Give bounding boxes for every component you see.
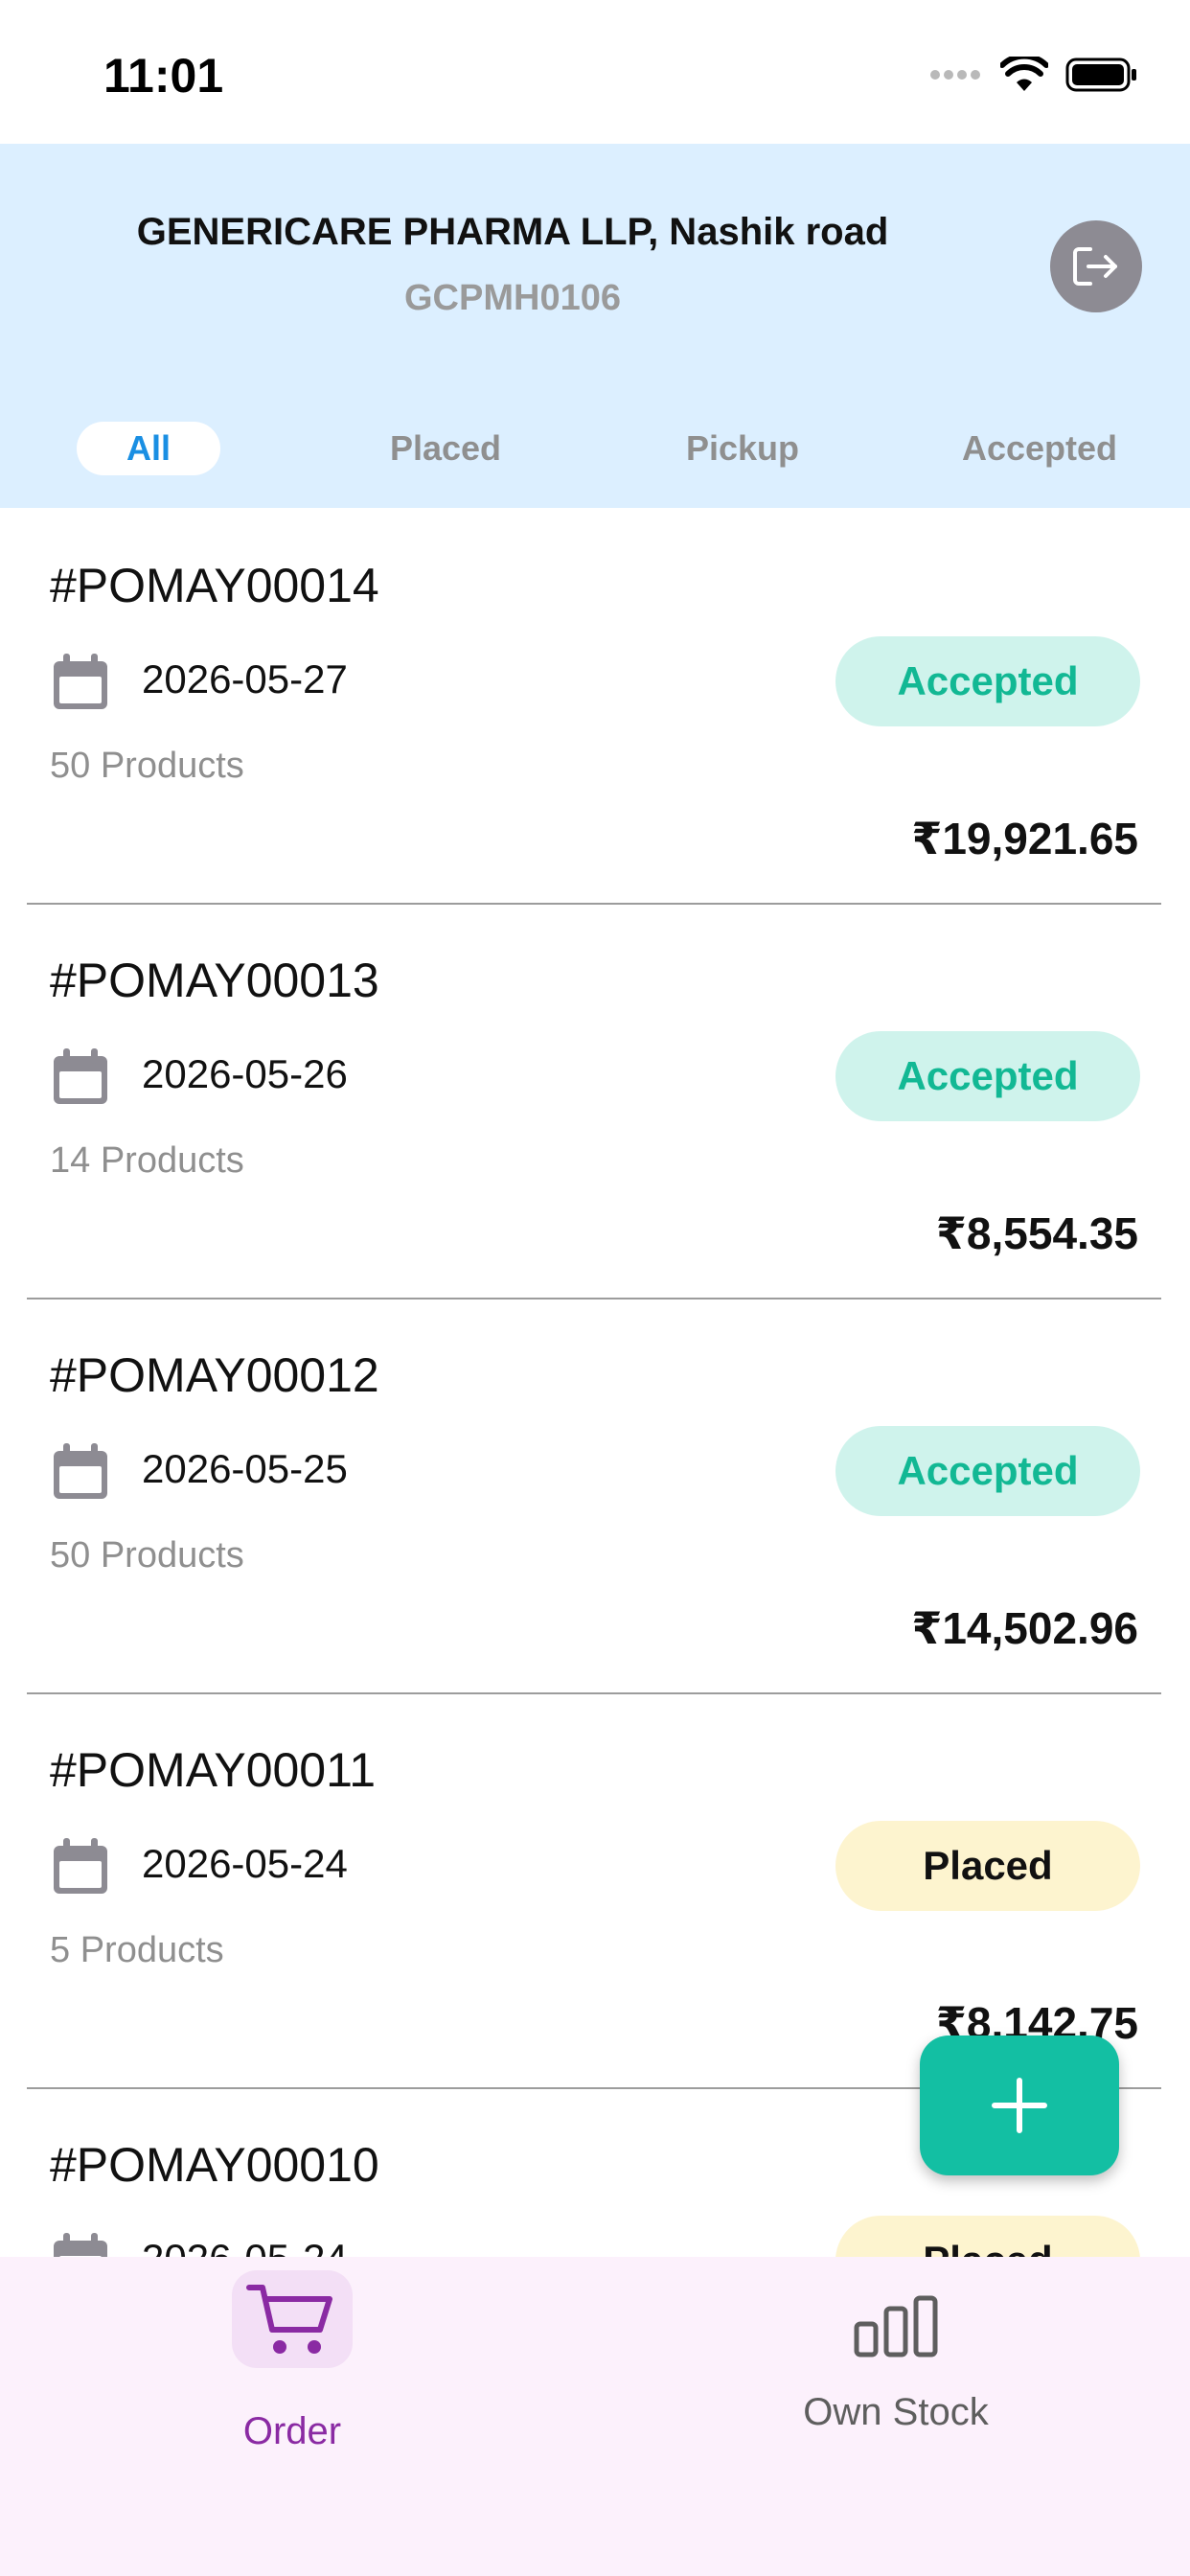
status-icons bbox=[929, 56, 1138, 94]
status-bar: 11:01 bbox=[0, 0, 1190, 144]
wifi-icon bbox=[1000, 57, 1048, 91]
order-date: 2026-05-25 bbox=[142, 1446, 348, 1491]
order-filter-tabs: All Placed Pickup Accepted bbox=[0, 422, 1190, 479]
cart-icon bbox=[246, 2285, 332, 2354]
add-order-button[interactable] bbox=[920, 2036, 1119, 2175]
status-badge: Accepted bbox=[835, 1031, 1140, 1121]
order-amount: ₹19,921.65 bbox=[911, 814, 1138, 863]
order-date: 2026-05-26 bbox=[142, 1051, 348, 1096]
logout-icon bbox=[1073, 247, 1117, 286]
store-code: GCPMH0106 bbox=[404, 278, 621, 318]
bar-chart-icon bbox=[854, 2295, 938, 2358]
tab-accepted[interactable]: Accepted bbox=[944, 422, 1135, 475]
order-date: 2026-05-24 bbox=[142, 1841, 348, 1886]
calendar-icon bbox=[54, 2233, 107, 2257]
order-id: #POMAY00010 bbox=[50, 2138, 379, 2192]
calendar-icon bbox=[54, 1838, 107, 1894]
tab-placed[interactable]: Placed bbox=[369, 422, 522, 475]
tab-all[interactable]: All bbox=[77, 422, 220, 475]
signal-icon bbox=[930, 70, 980, 80]
order-id: #POMAY00012 bbox=[50, 1348, 379, 1402]
nav-order-label: Order bbox=[242, 2410, 342, 2452]
logout-button[interactable] bbox=[1050, 220, 1142, 312]
product-count: 5 Products bbox=[50, 1930, 224, 1970]
calendar-icon bbox=[54, 1443, 107, 1499]
nav-own-stock-label: Own Stock bbox=[803, 2391, 989, 2433]
status-time: 11:01 bbox=[103, 49, 224, 103]
order-id: #POMAY00013 bbox=[50, 954, 379, 1007]
tab-pickup[interactable]: Pickup bbox=[666, 422, 819, 475]
order-date: 2026-05-27 bbox=[142, 656, 348, 702]
calendar-icon bbox=[54, 1048, 107, 1104]
order-card[interactable]: #POMAY00014 2026-05-27 50 Products Accep… bbox=[27, 508, 1161, 905]
order-card[interactable]: #POMAY00011 2026-05-24 5 Products Placed… bbox=[27, 1692, 1161, 2089]
product-count: 14 Products bbox=[50, 1140, 244, 1181]
bottom-nav: Order Own Stock bbox=[0, 2257, 1190, 2576]
order-card[interactable]: #POMAY00012 2026-05-25 50 Products Accep… bbox=[27, 1298, 1161, 1694]
order-id: #POMAY00014 bbox=[50, 559, 379, 612]
plus-icon bbox=[992, 2078, 1047, 2133]
order-amount: ₹8,554.35 bbox=[935, 1208, 1138, 1258]
status-badge: Accepted bbox=[835, 636, 1140, 726]
product-count: 50 Products bbox=[50, 1535, 244, 1576]
product-count: 50 Products bbox=[50, 746, 244, 786]
order-amount: ₹14,502.96 bbox=[911, 1603, 1138, 1653]
status-badge: Placed bbox=[835, 1821, 1140, 1911]
calendar-icon bbox=[54, 654, 107, 709]
order-date: 2026-05-24 bbox=[142, 2236, 348, 2257]
order-id: #POMAY00011 bbox=[50, 1743, 377, 1797]
order-card[interactable]: #POMAY00013 2026-05-26 14 Products Accep… bbox=[27, 903, 1161, 1300]
status-badge: Placed bbox=[835, 2216, 1140, 2257]
battery-icon bbox=[1065, 58, 1136, 92]
store-header: GENERICARE PHARMA LLP, Nashik road GCPMH… bbox=[0, 144, 1190, 508]
status-badge: Accepted bbox=[835, 1426, 1140, 1516]
order-list: #POMAY00014 2026-05-27 50 Products Accep… bbox=[0, 508, 1190, 2257]
store-name: GENERICARE PHARMA LLP, Nashik road bbox=[136, 211, 889, 253]
